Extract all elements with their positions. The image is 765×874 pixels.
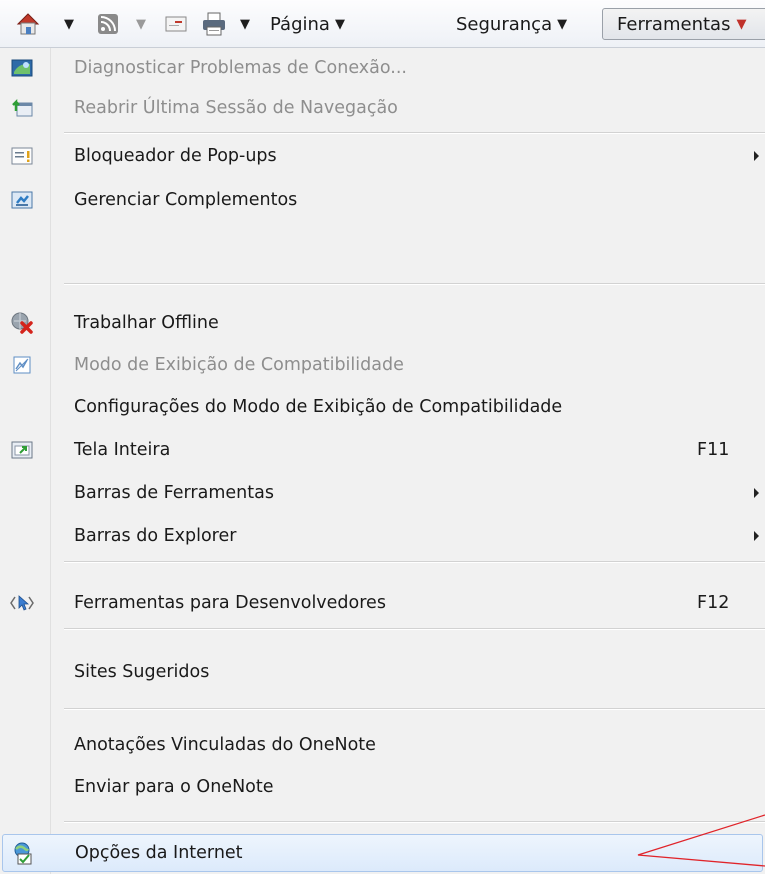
internet-options-icon: [11, 841, 35, 865]
menu-item-onenote-linked[interactable]: Anotações Vinculadas do OneNote: [0, 725, 765, 765]
menu-item-label: Tela Inteira: [74, 440, 171, 460]
menu-separator: [64, 132, 765, 134]
popup-blocker-icon: [10, 144, 34, 168]
menu-item-internet-options[interactable]: Opções da Internet: [2, 834, 763, 872]
menu-item-label: Diagnosticar Problemas de Conexão...: [74, 58, 407, 78]
work-offline-icon: [10, 311, 34, 335]
menu-item-label: Reabrir Última Sessão de Navegação: [74, 98, 398, 118]
menu-item-label: Modo de Exibição de Compatibilidade: [74, 355, 404, 375]
menu-item-reopen-session: Reabrir Última Sessão de Navegação: [0, 88, 765, 128]
submenu-arrow-icon: [754, 151, 759, 161]
reopen-session-icon: [10, 96, 34, 120]
menu-item-dev-tools[interactable]: Ferramentas para Desenvolvedores F12: [0, 583, 765, 623]
menu-item-explorer-bars[interactable]: Barras do Explorer: [0, 516, 765, 556]
feeds-button[interactable]: [96, 0, 120, 48]
menu-separator: [64, 821, 765, 823]
page-menu-button[interactable]: Página ▼: [270, 0, 345, 48]
mail-icon: [165, 16, 187, 32]
menu-separator: [64, 708, 765, 710]
shortcut-key: F11: [697, 440, 730, 460]
menu-item-label: Barras de Ferramentas: [74, 483, 274, 503]
menu-item-suggested-sites[interactable]: Sites Sugeridos: [0, 652, 765, 692]
menu-item-label: Anotações Vinculadas do OneNote: [74, 735, 376, 755]
chevron-down-icon: ▼: [240, 16, 250, 32]
menu-separator: [64, 283, 765, 285]
chevron-down-icon: ▼: [334, 16, 345, 32]
menu-item-toolbars[interactable]: Barras de Ferramentas: [0, 473, 765, 513]
home-icon: [16, 13, 40, 35]
menu-item-label: Enviar para o OneNote: [74, 777, 274, 797]
menu-item-popup-blocker[interactable]: Bloqueador de Pop-ups: [0, 136, 765, 176]
menu-item-label: Gerenciar Complementos: [74, 190, 298, 210]
menu-item-diagnose: Diagnosticar Problemas de Conexão...: [0, 48, 765, 88]
menu-item-label: Barras do Explorer: [74, 526, 237, 546]
tools-menu: Diagnosticar Problemas de Conexão... Rea…: [0, 48, 765, 874]
mail-button[interactable]: [164, 0, 188, 48]
menu-item-compat-view: Modo de Exibição de Compatibilidade: [0, 345, 765, 385]
compat-view-icon: [10, 353, 34, 377]
menu-item-label: Sites Sugeridos: [74, 662, 210, 682]
menu-item-send-onenote[interactable]: Enviar para o OneNote: [0, 767, 765, 807]
menu-item-label: Opções da Internet: [75, 843, 243, 863]
chevron-down-icon: ▼: [64, 16, 74, 32]
dev-tools-icon: [10, 591, 34, 615]
menu-item-work-offline[interactable]: Trabalhar Offline: [0, 303, 765, 343]
network-diagnose-icon: [10, 56, 34, 80]
chevron-down-icon: ▼: [557, 16, 568, 32]
chevron-down-icon: ▼: [736, 16, 747, 32]
menu-item-fullscreen[interactable]: Tela Inteira F11: [0, 430, 765, 470]
menu-item-label: Configurações do Modo de Exibição de Com…: [74, 397, 563, 417]
menu-separator: [64, 561, 765, 563]
print-dropdown[interactable]: ▼: [240, 0, 250, 48]
submenu-arrow-icon: [754, 531, 759, 541]
home-dropdown[interactable]: ▼: [64, 0, 74, 48]
security-menu-button[interactable]: Segurança ▼: [456, 0, 567, 48]
menu-item-compat-settings[interactable]: Configurações do Modo de Exibição de Com…: [0, 387, 765, 427]
page-menu-label: Página: [270, 13, 330, 35]
security-menu-label: Segurança: [456, 13, 553, 35]
chevron-down-icon: ▼: [136, 16, 146, 32]
manage-addons-icon: [10, 188, 34, 212]
menu-separator: [64, 628, 765, 630]
tools-menu-button[interactable]: Ferramentas ▼: [602, 8, 765, 40]
menu-item-manage-addons[interactable]: Gerenciar Complementos: [0, 180, 765, 220]
feeds-dropdown[interactable]: ▼: [136, 0, 146, 48]
command-bar: ▼ ▼ ▼ Página ▼ Segurança ▼ Ferramentas ▼: [0, 0, 765, 48]
submenu-arrow-icon: [754, 488, 759, 498]
tools-menu-label: Ferramentas: [617, 13, 731, 35]
menu-item-label: Trabalhar Offline: [74, 313, 219, 333]
fullscreen-icon: [10, 438, 34, 462]
menu-item-label: Bloqueador de Pop-ups: [74, 146, 277, 166]
shortcut-key: F12: [697, 593, 730, 613]
print-icon: [203, 12, 225, 36]
feeds-icon: [98, 14, 118, 34]
print-button[interactable]: [200, 0, 228, 48]
menu-item-label: Ferramentas para Desenvolvedores: [74, 593, 386, 613]
home-button[interactable]: [14, 0, 42, 48]
